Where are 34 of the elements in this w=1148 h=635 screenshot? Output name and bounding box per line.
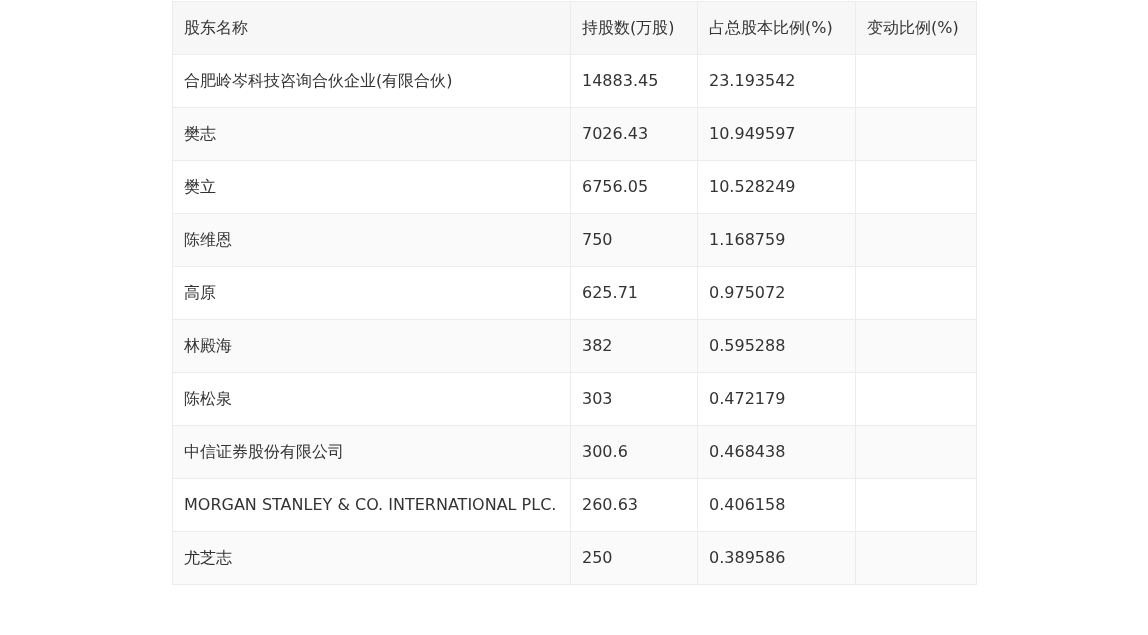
table-cell: 樊立: [172, 160, 571, 214]
table-cell: 0.975072: [697, 266, 856, 320]
table-cell: MORGAN STANLEY & CO. INTERNATIONAL PLC.: [172, 478, 571, 532]
table-cell: 0.389586: [697, 531, 856, 585]
table-cell: 6756.05: [570, 160, 698, 214]
table-cell: 陈维恩: [172, 213, 571, 267]
table-cell: 250: [570, 531, 698, 585]
table-cell: 23.193542: [697, 54, 856, 108]
table-cell: 14883.45: [570, 54, 698, 108]
table-cell: 尤芝志: [172, 531, 571, 585]
table-cell: 7026.43: [570, 107, 698, 161]
table-cell: 0.468438: [697, 425, 856, 479]
table-cell: 300.6: [570, 425, 698, 479]
table-cell: 1.168759: [697, 213, 856, 267]
table-cell: 750: [570, 213, 698, 267]
table-cell: 中信证券股份有限公司: [172, 425, 571, 479]
column-header: 持股数(万股): [570, 1, 698, 55]
table-cell: 0.472179: [697, 372, 856, 426]
table-cell: 0.595288: [697, 319, 856, 373]
table-cell: 林殿海: [172, 319, 571, 373]
column-header: 股东名称: [172, 1, 571, 55]
table-cell: 10.528249: [697, 160, 856, 214]
table-cell: 382: [570, 319, 698, 373]
column-header: 占总股本比例(%): [697, 1, 856, 55]
table-cell: 625.71: [570, 266, 698, 320]
table-cell: 303: [570, 372, 698, 426]
table-cell: 陈松泉: [172, 372, 571, 426]
table-cell: 高原: [172, 266, 571, 320]
table-cell: 樊志: [172, 107, 571, 161]
table-cell: 合肥岭岑科技咨询合伙企业(有限合伙): [172, 54, 571, 108]
table-cell: 0.406158: [697, 478, 856, 532]
column-header: 变动比例(%): [855, 1, 977, 55]
table-cell: 10.949597: [697, 107, 856, 161]
table-cell: 260.63: [570, 478, 698, 532]
